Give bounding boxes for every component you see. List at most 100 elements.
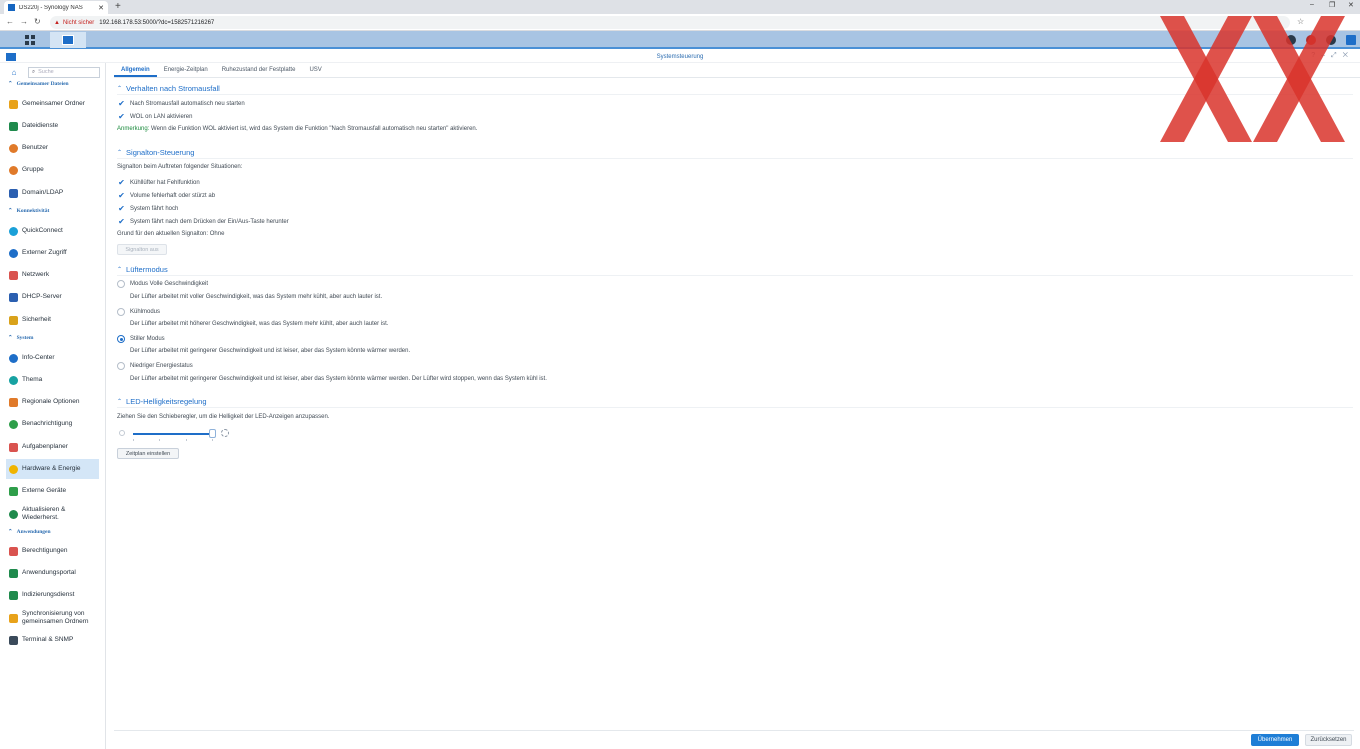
sidebar-item-update-restore[interactable]: Aktualisieren & Wiederherst. <box>6 503 99 525</box>
sidebar-item-file-services[interactable]: Dateidienste <box>6 116 99 136</box>
taskbar-control-panel-button[interactable] <box>50 32 86 48</box>
tab-ups[interactable]: USV <box>302 65 328 77</box>
notification-icon[interactable] <box>1286 35 1296 45</box>
reset-button[interactable]: Zurücksetzen <box>1305 734 1352 746</box>
led-brightness-slider[interactable] <box>117 427 237 441</box>
beep-fan-checkbox[interactable]: ✔ Kühllüfter hat Fehlfunktion <box>117 178 200 187</box>
sidebar-item-external-access[interactable]: Externer Zugriff <box>6 243 99 263</box>
radio-icon <box>117 308 125 316</box>
sidebar-item-info-center[interactable]: Info-Center <box>6 348 99 368</box>
minimize-window-icon[interactable]: – <box>1310 1 1314 8</box>
sidebar-item-external-devices[interactable]: Externe Geräte <box>6 481 99 501</box>
back-button[interactable]: ← <box>6 17 14 26</box>
calendar-icon <box>9 442 18 452</box>
section-led-brightness[interactable]: ⌃ LED-Helligkeitsregelung <box>117 397 207 406</box>
update-icon <box>9 509 18 519</box>
beep-off-button[interactable]: Signalton aus <box>117 244 167 255</box>
sidebar-item-permissions[interactable]: Berechtigungen <box>6 541 99 561</box>
tab-power-schedule[interactable]: Energie-Zeitplan <box>157 65 215 77</box>
slider-thumb[interactable] <box>209 429 216 438</box>
sidebar-item-regional[interactable]: Regionale Optionen <box>6 392 99 412</box>
sidebar-item-shared-folder-sync[interactable]: Synchronisierung von gemeinsamen Ordnern <box>6 607 99 629</box>
led-intro: Ziehen Sie den Schieberegler, um die Hel… <box>117 414 330 420</box>
fan-mode-full-radio[interactable]: Modus Volle Geschwindigkeit <box>117 280 208 288</box>
section-files[interactable]: ⌃ Gemeinsamer Dateien <box>8 81 69 87</box>
search-input[interactable]: ⌕ Suche <box>28 66 100 78</box>
security-warning[interactable]: Nicht sicher <box>63 20 94 26</box>
bookmark-star-icon[interactable]: ☆ <box>1297 17 1304 26</box>
sidebar-item-group[interactable]: Gruppe <box>6 160 99 180</box>
search-icon: ⌕ <box>32 68 36 75</box>
url-text[interactable]: 192.168.178.53:5000/?dc=1582571216267 <box>99 20 214 26</box>
section-system[interactable]: ⌃ System <box>8 335 33 341</box>
sidebar-item-domain[interactable]: Domain/LDAP <box>6 183 99 203</box>
close-tab-icon[interactable]: ✕ <box>98 4 104 12</box>
section-fan-mode[interactable]: ⌃ Lüftermodus <box>117 265 168 274</box>
checkmark-icon: ✔ <box>118 178 125 187</box>
tab-general[interactable]: Allgemein <box>114 65 157 77</box>
sidebar-item-dhcp[interactable]: DHCP-Server <box>6 287 99 307</box>
sidebar-item-hardware-power[interactable]: Hardware & Energie <box>6 459 99 479</box>
fan-mode-cool-radio[interactable]: Kühlmodus <box>117 308 160 316</box>
apply-button[interactable]: Übernehmen <box>1251 734 1299 746</box>
chevron-up-icon: ⌃ <box>117 267 123 273</box>
main-menu-button[interactable] <box>12 32 48 48</box>
radio-selected-icon <box>117 335 125 343</box>
dim-icon <box>119 430 125 436</box>
reload-button[interactable]: ↻ <box>34 17 41 26</box>
maximize-window-icon[interactable]: ❐ <box>1329 1 1335 9</box>
sidebar-item-indexing[interactable]: Indizierungsdienst <box>6 585 99 605</box>
grid-icon <box>25 35 35 45</box>
auto-restart-checkbox[interactable]: ✔ Nach Stromausfall automatisch neu start… <box>117 99 245 108</box>
checkmark-icon: ✔ <box>118 217 125 226</box>
control-panel-logo-icon <box>6 53 16 61</box>
search-icon[interactable] <box>1326 35 1336 45</box>
browser-tab-bar: DS220j - Synology NAS ✕ + – ❐ ✕ <box>0 0 1360 14</box>
wol-checkbox[interactable]: ✔ WOL on LAN aktivieren <box>117 112 192 121</box>
sidebar-item-task-scheduler[interactable]: Aufgabenplaner <box>6 437 99 457</box>
widgets-icon[interactable] <box>1346 35 1356 45</box>
section-power-recovery[interactable]: ⌃ Verhalten nach Stromausfall <box>117 84 220 93</box>
beep-intro: Signalton beim Auftreten folgender Situa… <box>117 164 243 170</box>
sidebar-item-user[interactable]: Benutzer <box>6 138 99 158</box>
fan-mode-quiet-desc: Der Lüfter arbeitet mit geringerer Gesch… <box>130 348 411 354</box>
sidebar-item-network[interactable]: Netzwerk <box>6 265 99 285</box>
synology-favicon-icon <box>8 4 15 11</box>
radio-icon <box>117 362 125 370</box>
browser-tab[interactable]: DS220j - Synology NAS ✕ <box>4 1 108 14</box>
window-title: Systemsteuerung <box>656 53 704 60</box>
forward-button[interactable]: → <box>20 17 28 26</box>
beep-boot-checkbox[interactable]: ✔ System fährt hoch <box>117 204 178 213</box>
sidebar: ⌂ ⌕ Suche ⌃ Gemeinsamer Dateien Gemeinsam… <box>0 63 106 749</box>
sidebar-item-app-portal[interactable]: Anwendungsportal <box>6 563 99 583</box>
notification-icon <box>9 419 18 429</box>
sidebar-item-security[interactable]: Sicherheit <box>6 310 99 330</box>
section-applications[interactable]: ⌃ Anwendungen <box>8 529 51 535</box>
sidebar-item-quickconnect[interactable]: QuickConnect <box>6 221 99 241</box>
home-icon[interactable]: ⌂ <box>6 66 22 78</box>
address-bar[interactable]: ▲ Nicht sicher 192.168.178.53:5000/?dc=1… <box>50 16 1290 29</box>
user-icon[interactable] <box>1306 35 1316 45</box>
warning-icon: ▲ <box>54 19 60 26</box>
region-icon <box>9 397 18 407</box>
window-controls[interactable]: ?–⤢✕ <box>1311 52 1354 60</box>
chevron-up-icon: ⌃ <box>117 86 123 92</box>
beep-volume-checkbox[interactable]: ✔ Volume fehlerhaft oder stürzt ab <box>117 191 215 200</box>
tab-hdd-hibernation[interactable]: Ruhezustand der Festplatte <box>215 65 303 77</box>
checkmark-icon: ✔ <box>118 191 125 200</box>
slider-track[interactable] <box>133 433 213 435</box>
set-schedule-button[interactable]: Zeitplan einstellen <box>117 448 179 459</box>
sidebar-item-shared-folder[interactable]: Gemeinsamer Ordner <box>6 94 99 114</box>
new-tab-button[interactable]: + <box>115 1 121 12</box>
beep-shutdown-checkbox[interactable]: ✔ System fährt nach dem Drücken der Ein/A… <box>117 217 289 226</box>
section-beep-control[interactable]: ⌃ Signalton-Steuerung <box>117 148 194 157</box>
sidebar-item-notification[interactable]: Benachrichtigung <box>6 414 99 434</box>
sidebar-item-terminal[interactable]: Terminal & SNMP <box>6 630 99 650</box>
close-window-icon[interactable]: ✕ <box>1348 1 1354 9</box>
sidebar-item-theme[interactable]: Thema <box>6 370 99 390</box>
footer-divider <box>114 730 1354 731</box>
bright-icon <box>221 429 229 437</box>
fan-mode-quiet-radio[interactable]: Stiller Modus <box>117 335 165 343</box>
fan-mode-low-power-radio[interactable]: Niedriger Energiestatus <box>117 362 193 370</box>
section-connectivity[interactable]: ⌃ Konnektivität <box>8 208 49 214</box>
